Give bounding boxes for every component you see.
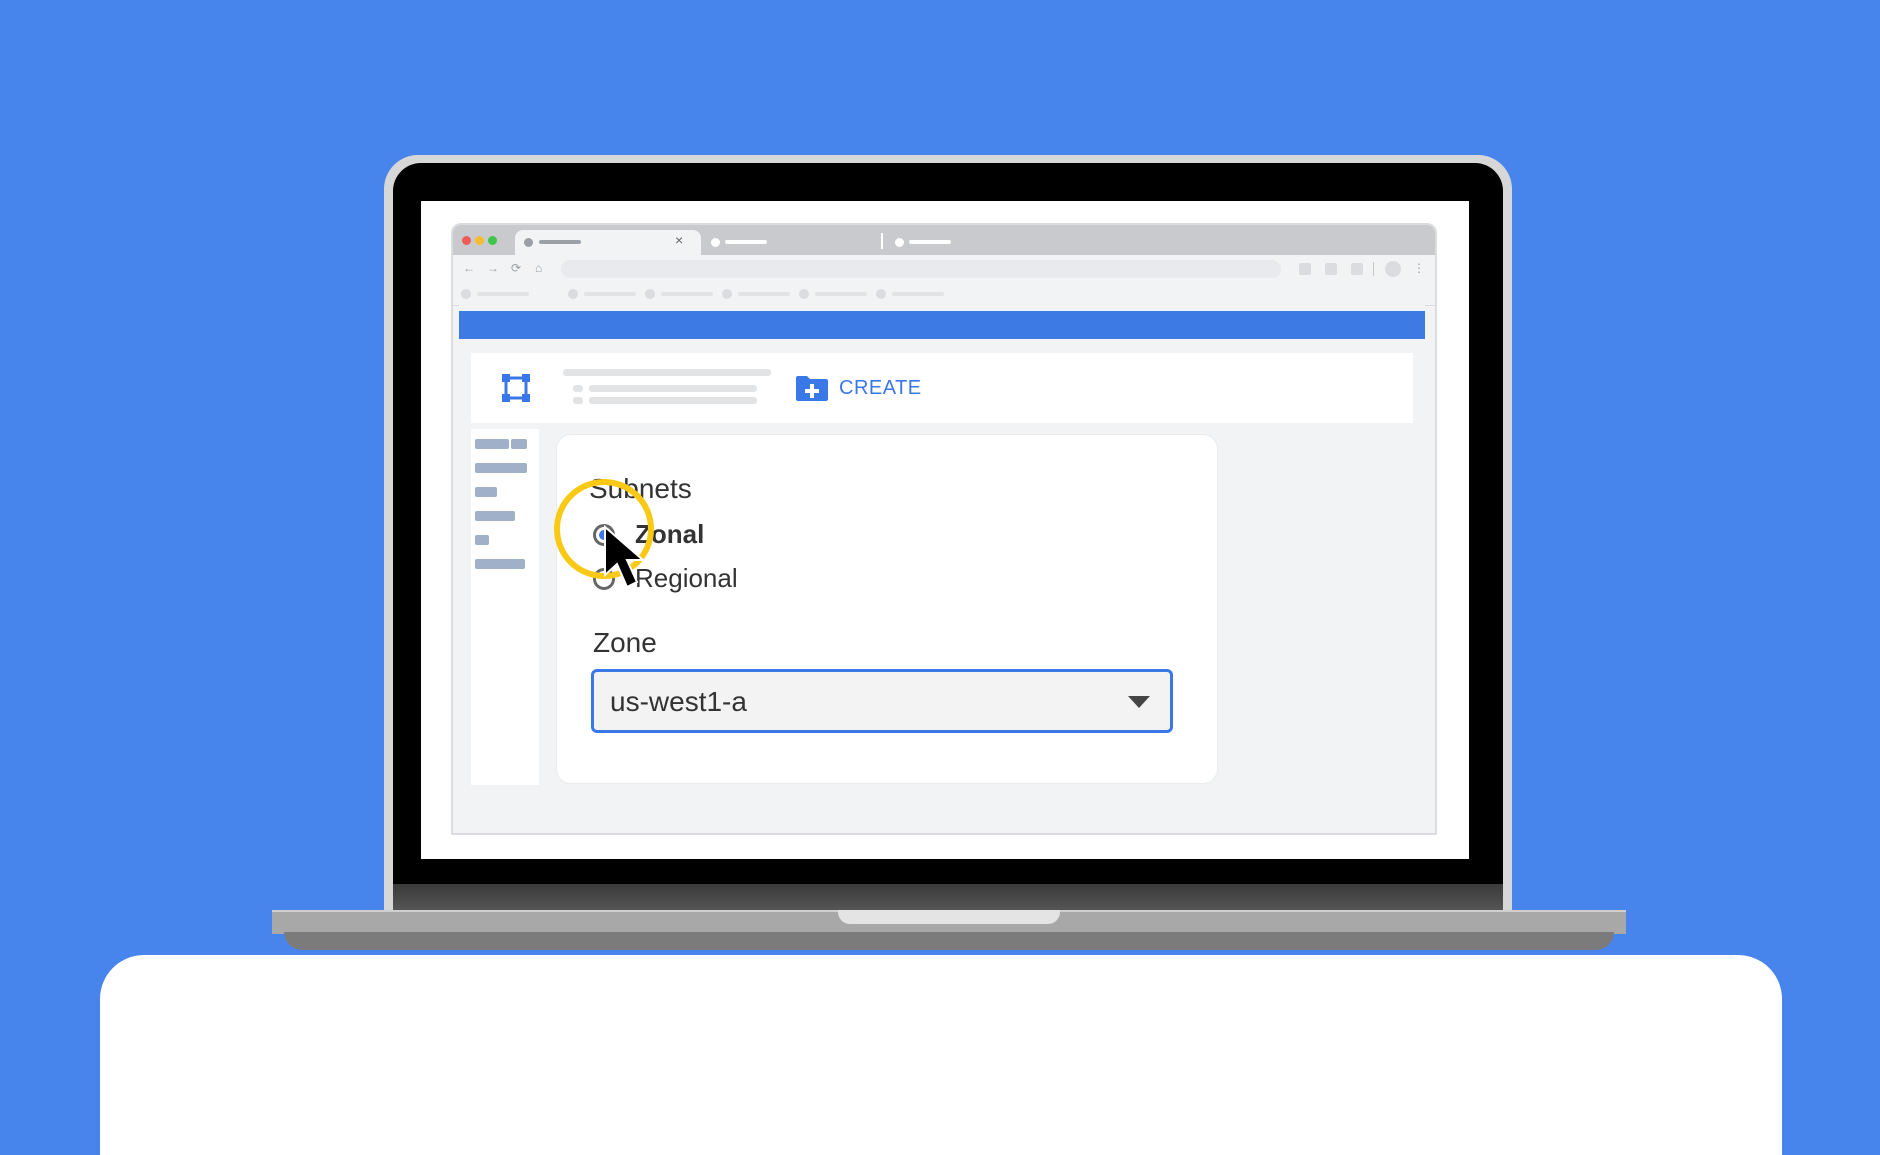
tab-title-placeholder	[909, 240, 951, 244]
toolbar-divider	[1373, 262, 1374, 276]
bottom-panel	[100, 955, 1782, 1155]
profile-avatar[interactable]	[1385, 261, 1401, 277]
reload-icon[interactable]: ⟳	[511, 261, 521, 275]
subtitle-bullet-placeholder	[573, 385, 583, 392]
subtitle-placeholder	[589, 385, 757, 392]
bookmarks-bar	[453, 283, 1435, 306]
bookmark-placeholder[interactable]	[815, 292, 867, 296]
app-header-bar	[459, 311, 1425, 339]
tab-favicon-icon	[524, 238, 533, 247]
tab-divider	[881, 233, 883, 249]
sidebar-item-placeholder[interactable]	[475, 439, 509, 449]
sidebar-item-placeholder[interactable]	[475, 511, 515, 521]
tab-strip: ×	[453, 225, 1435, 255]
bookmark-icon[interactable]	[722, 289, 732, 299]
tab-favicon-icon	[895, 238, 904, 247]
sidebar-item-placeholder[interactable]	[475, 463, 527, 473]
sidebar-item-placeholder[interactable]	[475, 559, 525, 569]
tab-title-placeholder	[725, 240, 767, 244]
close-window-dot[interactable]	[462, 236, 471, 245]
tab-favicon-icon	[711, 238, 720, 247]
tab-title-placeholder	[539, 240, 581, 244]
sidebar-item-placeholder[interactable]	[475, 535, 489, 545]
laptop-screen: × ← → ⟳ ⌂ ⋮ CREATE Subnets Zonal Regiona…	[421, 201, 1469, 859]
extension-icon[interactable]	[1325, 263, 1337, 275]
bookmark-icon[interactable]	[799, 289, 809, 299]
minimize-window-dot[interactable]	[475, 236, 484, 245]
home-icon[interactable]: ⌂	[535, 261, 542, 275]
forward-icon[interactable]: →	[487, 261, 499, 275]
bookmark-icon[interactable]	[876, 289, 886, 299]
create-button-label: CREATE	[839, 376, 922, 399]
bookmark-icon[interactable]	[461, 289, 471, 299]
tab-2[interactable]	[709, 230, 839, 255]
extension-icon[interactable]	[1351, 263, 1363, 275]
zone-select-value: us-west1-a	[610, 686, 747, 717]
laptop-hinge	[393, 884, 1503, 910]
title-placeholder	[563, 369, 771, 376]
bookmark-placeholder[interactable]	[738, 292, 790, 296]
console-toolbar: CREATE	[471, 353, 1413, 423]
browser-window: × ← → ⟳ ⌂ ⋮ CREATE Subnets Zonal Regiona…	[451, 223, 1437, 835]
bookmark-placeholder[interactable]	[584, 292, 636, 296]
create-button[interactable]: CREATE	[795, 371, 922, 405]
extension-icon[interactable]	[1299, 263, 1311, 275]
close-tab-icon[interactable]: ×	[675, 232, 683, 248]
crop-frame-icon[interactable]	[499, 371, 533, 405]
zone-label: Zone	[593, 627, 657, 658]
subtitle-bullet-placeholder	[573, 397, 583, 404]
bookmark-placeholder[interactable]	[477, 292, 529, 296]
folder-plus-icon	[796, 376, 828, 401]
browser-toolbar: ← → ⟳ ⌂ ⋮	[453, 255, 1435, 283]
menu-icon[interactable]: ⋮	[1413, 261, 1425, 275]
tab-3[interactable]	[893, 230, 1023, 255]
address-bar[interactable]	[561, 260, 1281, 278]
bookmark-icon[interactable]	[568, 289, 578, 299]
subnet-settings-card: Subnets Zonal Regional Zone us-west1-a	[554, 435, 1217, 783]
mouse-cursor-icon	[604, 525, 646, 589]
dropdown-arrow-icon	[1128, 696, 1150, 708]
bookmark-placeholder[interactable]	[892, 292, 944, 296]
bookmark-icon[interactable]	[645, 289, 655, 299]
laptop-base-shadow	[284, 932, 1614, 950]
laptop-notch	[838, 910, 1060, 924]
tab-active[interactable]: ×	[515, 230, 701, 255]
subtitle-placeholder	[589, 397, 757, 404]
bookmark-placeholder[interactable]	[661, 292, 713, 296]
maximize-window-dot[interactable]	[488, 236, 497, 245]
zone-select[interactable]: us-west1-a	[591, 669, 1173, 733]
sidebar-item-placeholder[interactable]	[475, 487, 497, 497]
sidebar	[471, 429, 539, 785]
sidebar-item-placeholder[interactable]	[511, 439, 527, 449]
page-content: CREATE Subnets Zonal Regional Zone us-we…	[459, 305, 1425, 833]
back-icon[interactable]: ←	[463, 261, 475, 275]
